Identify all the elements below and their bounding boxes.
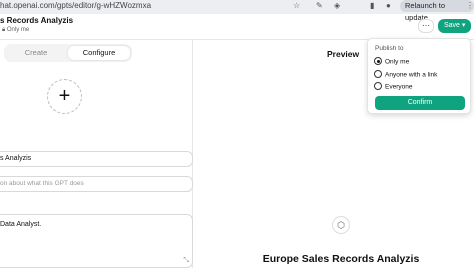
add-avatar-button[interactable]: + bbox=[47, 79, 82, 114]
option-label: Only me bbox=[385, 58, 410, 66]
radio-icon[interactable] bbox=[374, 70, 382, 78]
editor-header: s Records Analyzis 🔒︎ Only me ··· Save ▾ bbox=[0, 14, 474, 40]
radio-checked-icon[interactable] bbox=[374, 57, 382, 65]
instructions-text: Data Analyst. bbox=[0, 221, 42, 228]
resize-icon[interactable]: ⤡ bbox=[183, 257, 189, 265]
star-icon[interactable]: ☆ bbox=[293, 1, 300, 10]
visibility-indicator: 🔒︎ Only me bbox=[2, 27, 29, 34]
extension-icon[interactable]: ▮ bbox=[370, 1, 374, 10]
preview-gpt-name: Europe Sales Records Analyzis bbox=[262, 253, 420, 265]
shield-icon[interactable]: ◈ bbox=[334, 1, 340, 10]
profile-icon[interactable]: ● bbox=[386, 1, 391, 10]
publish-dropdown: Publish to Only me Anyone with a link Ev… bbox=[367, 38, 471, 114]
preview-title: Preview bbox=[327, 49, 360, 59]
publish-title: Publish to bbox=[375, 45, 404, 52]
more-options-button[interactable]: ··· bbox=[418, 19, 434, 33]
browser-menu-icon[interactable]: ⋮ bbox=[466, 1, 474, 10]
visibility-label: Only me bbox=[6, 27, 30, 33]
save-button[interactable]: Save ▾ bbox=[438, 19, 471, 33]
name-input[interactable]: s Analyzis bbox=[0, 151, 193, 167]
cube-icon: ⬡ bbox=[332, 216, 350, 234]
instructions-input[interactable]: Data Analyst. ⤡ bbox=[0, 214, 193, 268]
option-label: Anyone with a link bbox=[385, 71, 438, 79]
browser-toolbar: hat.openai.com/gpts/editor/g-wHZWozmxa ☆… bbox=[0, 0, 474, 22]
mode-tabs: Create Configure bbox=[4, 44, 132, 62]
publish-option-everyone[interactable]: Everyone bbox=[374, 82, 412, 92]
gpt-title: s Records Analyzis bbox=[0, 16, 74, 25]
relaunch-button[interactable]: Relaunch to update bbox=[400, 0, 474, 22]
address-bar[interactable]: hat.openai.com/gpts/editor/g-wHZWozmxa bbox=[0, 1, 151, 10]
tab-create[interactable]: Create bbox=[6, 46, 66, 60]
description-input[interactable]: on about what this GPT does bbox=[0, 176, 193, 192]
confirm-button[interactable]: Confirm bbox=[375, 96, 465, 110]
option-label: Everyone bbox=[385, 83, 413, 91]
radio-icon[interactable] bbox=[374, 82, 382, 90]
pen-icon[interactable]: ✎ bbox=[316, 1, 323, 10]
lock-icon: 🔒︎ bbox=[2, 27, 6, 33]
tab-configure[interactable]: Configure bbox=[68, 46, 130, 60]
configure-panel: Create Configure + s Analyzis on about w… bbox=[0, 40, 193, 268]
publish-option-link[interactable]: Anyone with a link bbox=[374, 70, 437, 80]
publish-option-only-me[interactable]: Only me bbox=[374, 57, 409, 67]
